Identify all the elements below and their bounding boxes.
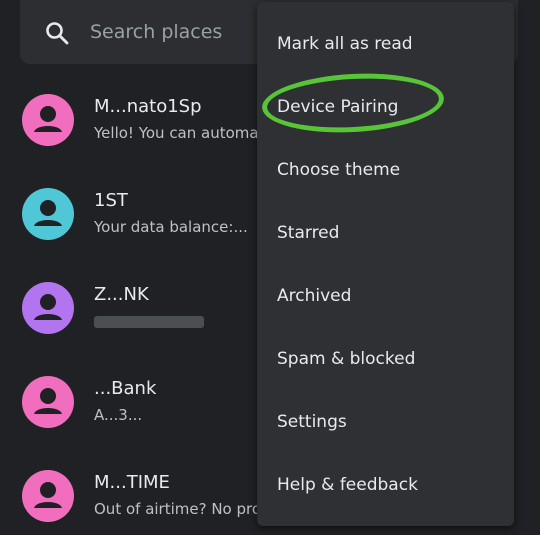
menu-item-starred[interactable]: Starred — [257, 201, 514, 264]
contact-avatar-icon — [22, 282, 74, 334]
menu-item-device-pairing[interactable]: Device Pairing — [257, 75, 514, 138]
conversation-name: M...nato1Sp — [94, 96, 202, 117]
conversation-name: M...TIME — [94, 472, 170, 493]
contact-avatar-icon — [22, 376, 74, 428]
messages-screen: Search places M...nato1Sp Yello! You can… — [0, 0, 540, 535]
menu-item-spam-blocked[interactable]: Spam & blocked — [257, 327, 514, 390]
conversation-snippet: A...3... — [94, 406, 143, 424]
contact-avatar-icon — [22, 188, 74, 240]
menu-item-help-feedback[interactable]: Help & feedback — [257, 453, 514, 516]
search-input[interactable]: Search places — [90, 19, 222, 45]
contact-avatar-icon — [22, 94, 74, 146]
conversation-name: ...Bank — [94, 378, 157, 399]
conversation-name: 1ST — [94, 190, 128, 211]
conversation-snippet: Out of airtime? No probl — [94, 500, 275, 518]
menu-item-mark-all-read[interactable]: Mark all as read — [257, 12, 514, 75]
contact-avatar-icon — [22, 470, 74, 522]
conversation-snippet: Yello! You can automate — [94, 124, 274, 142]
menu-item-choose-theme[interactable]: Choose theme — [257, 138, 514, 201]
menu-item-settings[interactable]: Settings — [257, 390, 514, 453]
overflow-menu: Mark all as read Device Pairing Choose t… — [257, 2, 514, 526]
search-icon[interactable] — [44, 20, 70, 46]
conversation-snippet — [94, 312, 204, 330]
conversation-snippet: Your data balance:... — [94, 218, 248, 236]
conversation-name: Z...NK — [94, 284, 149, 305]
redacted-text — [94, 315, 204, 328]
menu-item-archived[interactable]: Archived — [257, 264, 514, 327]
